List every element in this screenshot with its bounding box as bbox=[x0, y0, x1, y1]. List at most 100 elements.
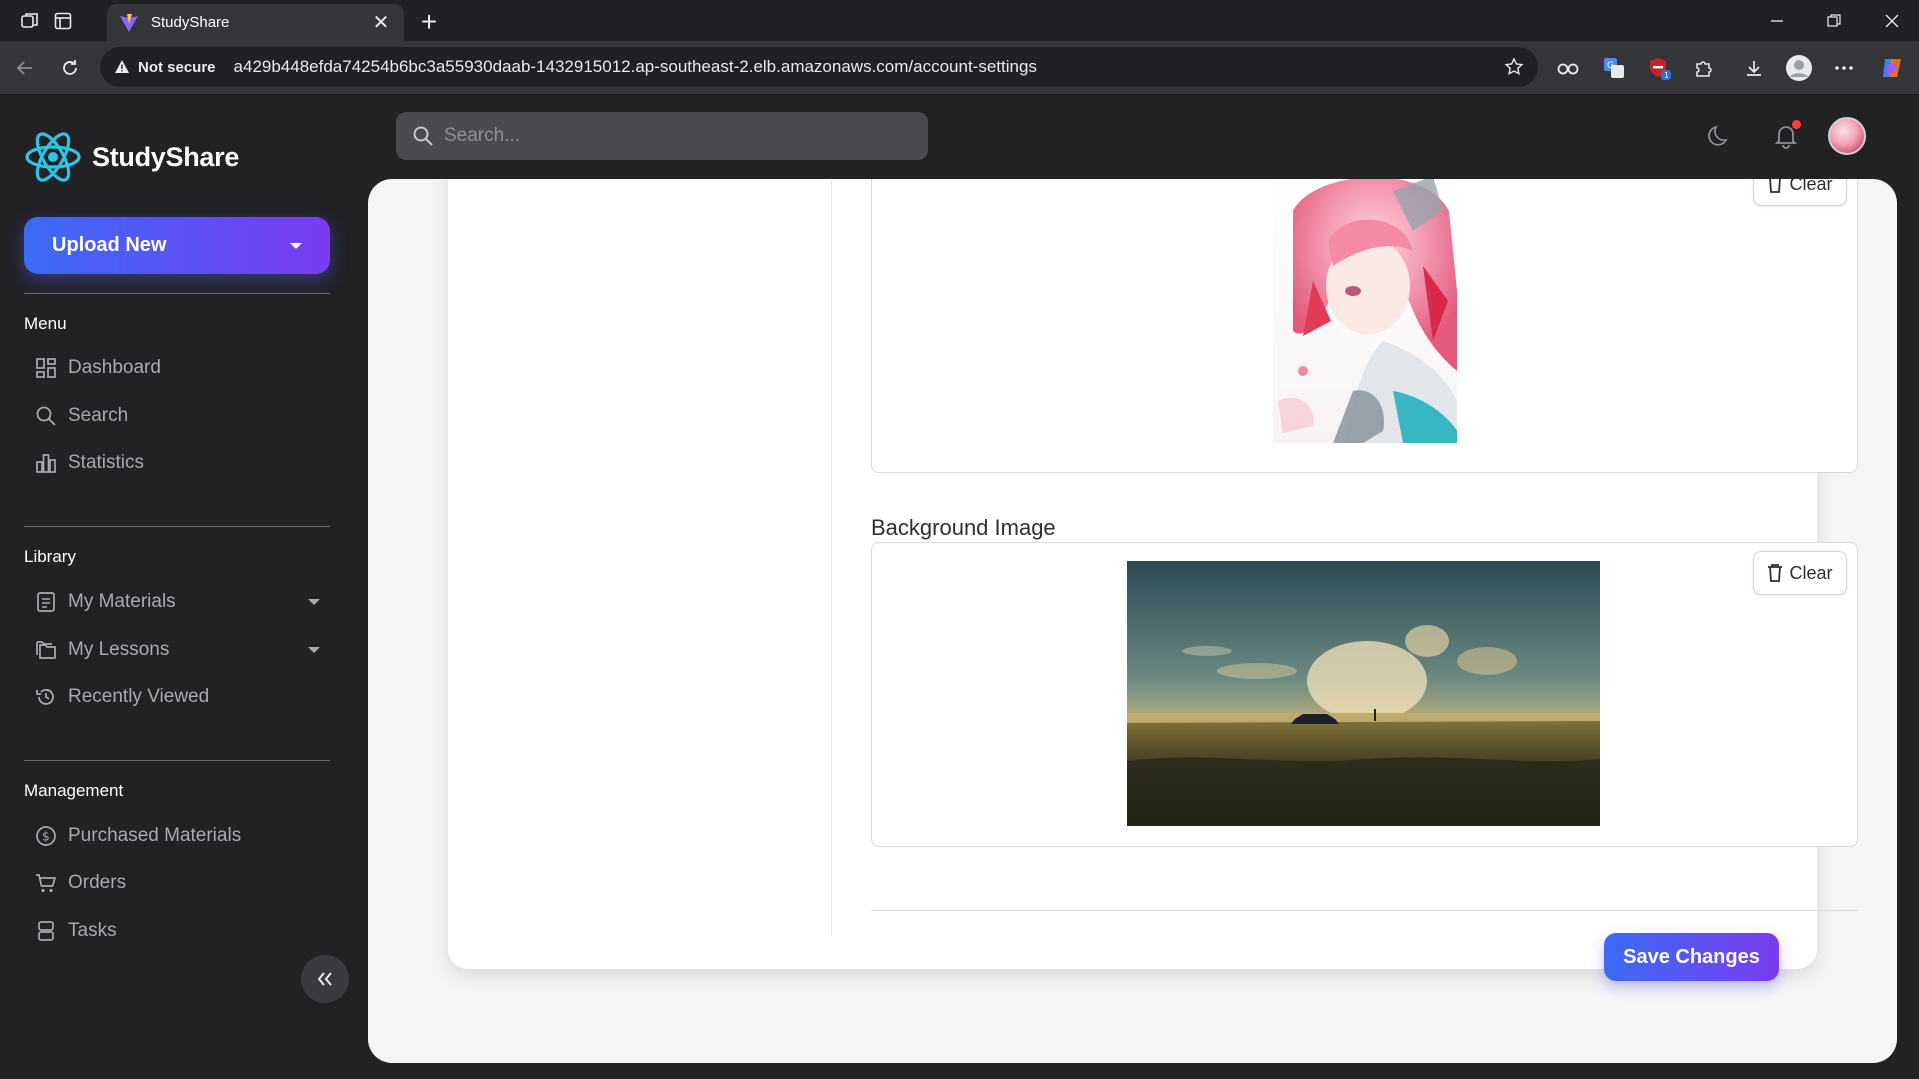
close-tab-icon[interactable]: ✕ bbox=[370, 10, 392, 35]
profile-icon[interactable] bbox=[1784, 53, 1814, 83]
avatar-image-box: Clear bbox=[871, 179, 1858, 473]
clear-avatar-button[interactable]: Clear bbox=[1753, 179, 1847, 206]
background-image-label: Background Image bbox=[871, 515, 1056, 540]
svg-text:G: G bbox=[1607, 61, 1614, 71]
sidebar-item-my-lessons[interactable]: My Lessons bbox=[34, 632, 324, 668]
main-panel: Clear Background Image Clear Save Change… bbox=[368, 179, 1897, 1063]
sidebar-item-label: Tasks bbox=[68, 920, 117, 941]
save-changes-label: Save Changes bbox=[1623, 945, 1760, 968]
sidebar-item-label: My Lessons bbox=[68, 639, 170, 660]
sidebar-item-label: Search bbox=[68, 405, 129, 426]
trash-icon bbox=[1768, 564, 1783, 582]
card-divider bbox=[831, 179, 832, 936]
save-changes-button[interactable]: Save Changes bbox=[1604, 933, 1779, 981]
security-label: Not secure bbox=[138, 58, 216, 76]
brand-name: StudyShare bbox=[92, 141, 240, 172]
ad-blocker-icon[interactable]: 1 bbox=[1645, 53, 1675, 83]
sidebar-divider bbox=[24, 293, 330, 294]
form-divider bbox=[871, 910, 1858, 911]
bell-icon[interactable] bbox=[1769, 119, 1803, 153]
sidebar-divider bbox=[24, 526, 330, 527]
search-icon bbox=[34, 404, 58, 428]
browser-tab[interactable]: StudyShare ✕ bbox=[107, 4, 404, 41]
section-title-management: Management bbox=[24, 781, 124, 800]
search-input[interactable] bbox=[444, 125, 904, 147]
back-icon[interactable] bbox=[10, 53, 40, 83]
sidebar-item-recently-viewed[interactable]: Recently Viewed bbox=[34, 679, 324, 715]
sidebar-item-search[interactable]: Search bbox=[34, 398, 324, 434]
folders-icon bbox=[34, 638, 58, 662]
section-title-menu: Menu bbox=[24, 314, 67, 333]
dashboard-icon bbox=[34, 356, 58, 380]
coin-icon: $ bbox=[34, 824, 58, 848]
workspaces-icon[interactable] bbox=[17, 8, 43, 34]
caret-down-icon bbox=[290, 242, 302, 249]
history-icon bbox=[34, 685, 58, 709]
clear-label: Clear bbox=[1789, 179, 1833, 194]
tab-title: StudyShare bbox=[151, 14, 230, 31]
app-window: StudyShare Upload New Menu Dashboard Sea… bbox=[0, 94, 1919, 1079]
sidebar-divider bbox=[24, 760, 330, 761]
warning-icon bbox=[115, 60, 129, 73]
shopping-cart-icon bbox=[34, 871, 58, 895]
svg-text:1: 1 bbox=[1664, 71, 1669, 80]
settings-card: Clear Background Image Clear Save Change… bbox=[448, 179, 1858, 981]
url-text[interactable]: a429b448efda74254b6bc3a55930daab-1432915… bbox=[234, 57, 1504, 77]
translate-icon[interactable]: G bbox=[1599, 53, 1629, 83]
sidebar-item-label: Dashboard bbox=[68, 357, 161, 378]
browser-tab-bar: StudyShare ✕ + bbox=[0, 0, 1919, 41]
sidebar-item-label: Recently Viewed bbox=[68, 686, 210, 707]
upload-new-label: Upload New bbox=[52, 234, 167, 256]
trash-icon bbox=[1769, 179, 1782, 193]
sidebar: StudyShare Upload New Menu Dashboard Sea… bbox=[0, 94, 350, 1079]
copilot-icon[interactable] bbox=[1877, 53, 1907, 83]
clear-label: Clear bbox=[1789, 562, 1833, 583]
sidebar-item-tasks[interactable]: Tasks bbox=[34, 913, 324, 949]
collapse-sidebar-button[interactable] bbox=[301, 955, 349, 1003]
reload-icon[interactable] bbox=[55, 53, 85, 83]
sidebar-item-label: Purchased Materials bbox=[68, 825, 242, 846]
background-image-box: Clear bbox=[871, 542, 1858, 847]
chevrons-left-icon bbox=[317, 972, 332, 986]
avatar[interactable] bbox=[1828, 117, 1866, 155]
extensions-puzzle-icon[interactable] bbox=[1689, 53, 1719, 83]
sidebar-item-dashboard[interactable]: Dashboard bbox=[34, 350, 324, 386]
clear-background-button[interactable]: Clear bbox=[1753, 551, 1847, 595]
background-image-preview bbox=[1127, 561, 1600, 826]
tab-actions-icon[interactable] bbox=[50, 8, 76, 34]
caret-down-icon[interactable] bbox=[308, 647, 320, 653]
search-icon bbox=[413, 126, 433, 146]
security-indicator[interactable]: Not secure bbox=[114, 59, 216, 76]
address-bar[interactable]: Not secure a429b448efda74254b6bc3a55930d… bbox=[100, 47, 1538, 87]
server-stack-icon bbox=[34, 919, 58, 943]
bar-chart-icon bbox=[34, 451, 58, 475]
browser-toolbar: Not secure a429b448efda74254b6bc3a55930d… bbox=[0, 41, 1919, 94]
bookmark-star-icon[interactable] bbox=[1504, 57, 1524, 77]
document-icon bbox=[34, 590, 58, 614]
sidebar-item-purchased-materials[interactable]: $ Purchased Materials bbox=[34, 818, 324, 854]
new-tab-icon[interactable]: + bbox=[414, 6, 444, 38]
notification-dot bbox=[1792, 120, 1801, 129]
sidebar-item-my-materials[interactable]: My Materials bbox=[34, 584, 324, 620]
sidebar-item-statistics[interactable]: Statistics bbox=[34, 445, 324, 481]
search-bar[interactable] bbox=[396, 112, 928, 160]
upload-new-button[interactable]: Upload New bbox=[24, 217, 330, 274]
reading-glasses-icon[interactable] bbox=[1553, 53, 1583, 83]
caret-down-icon[interactable] bbox=[308, 599, 320, 605]
restore-icon[interactable] bbox=[1804, 6, 1864, 36]
close-window-icon[interactable] bbox=[1862, 6, 1919, 36]
more-options-icon[interactable] bbox=[1829, 53, 1859, 83]
sidebar-item-label: Statistics bbox=[68, 452, 145, 473]
vite-favicon-icon bbox=[120, 13, 138, 32]
brand[interactable]: StudyShare bbox=[24, 130, 239, 184]
downloads-icon[interactable] bbox=[1739, 53, 1769, 83]
minimize-icon[interactable] bbox=[1747, 6, 1807, 36]
sidebar-item-orders[interactable]: Orders bbox=[34, 865, 324, 901]
sidebar-item-label: My Materials bbox=[68, 591, 176, 612]
svg-text:$: $ bbox=[42, 830, 50, 844]
moon-icon[interactable] bbox=[1703, 119, 1737, 153]
sidebar-item-label: Orders bbox=[68, 872, 127, 893]
section-title-library: Library bbox=[24, 547, 76, 566]
avatar-image-preview bbox=[1273, 179, 1457, 443]
atom-logo-icon bbox=[25, 132, 81, 182]
